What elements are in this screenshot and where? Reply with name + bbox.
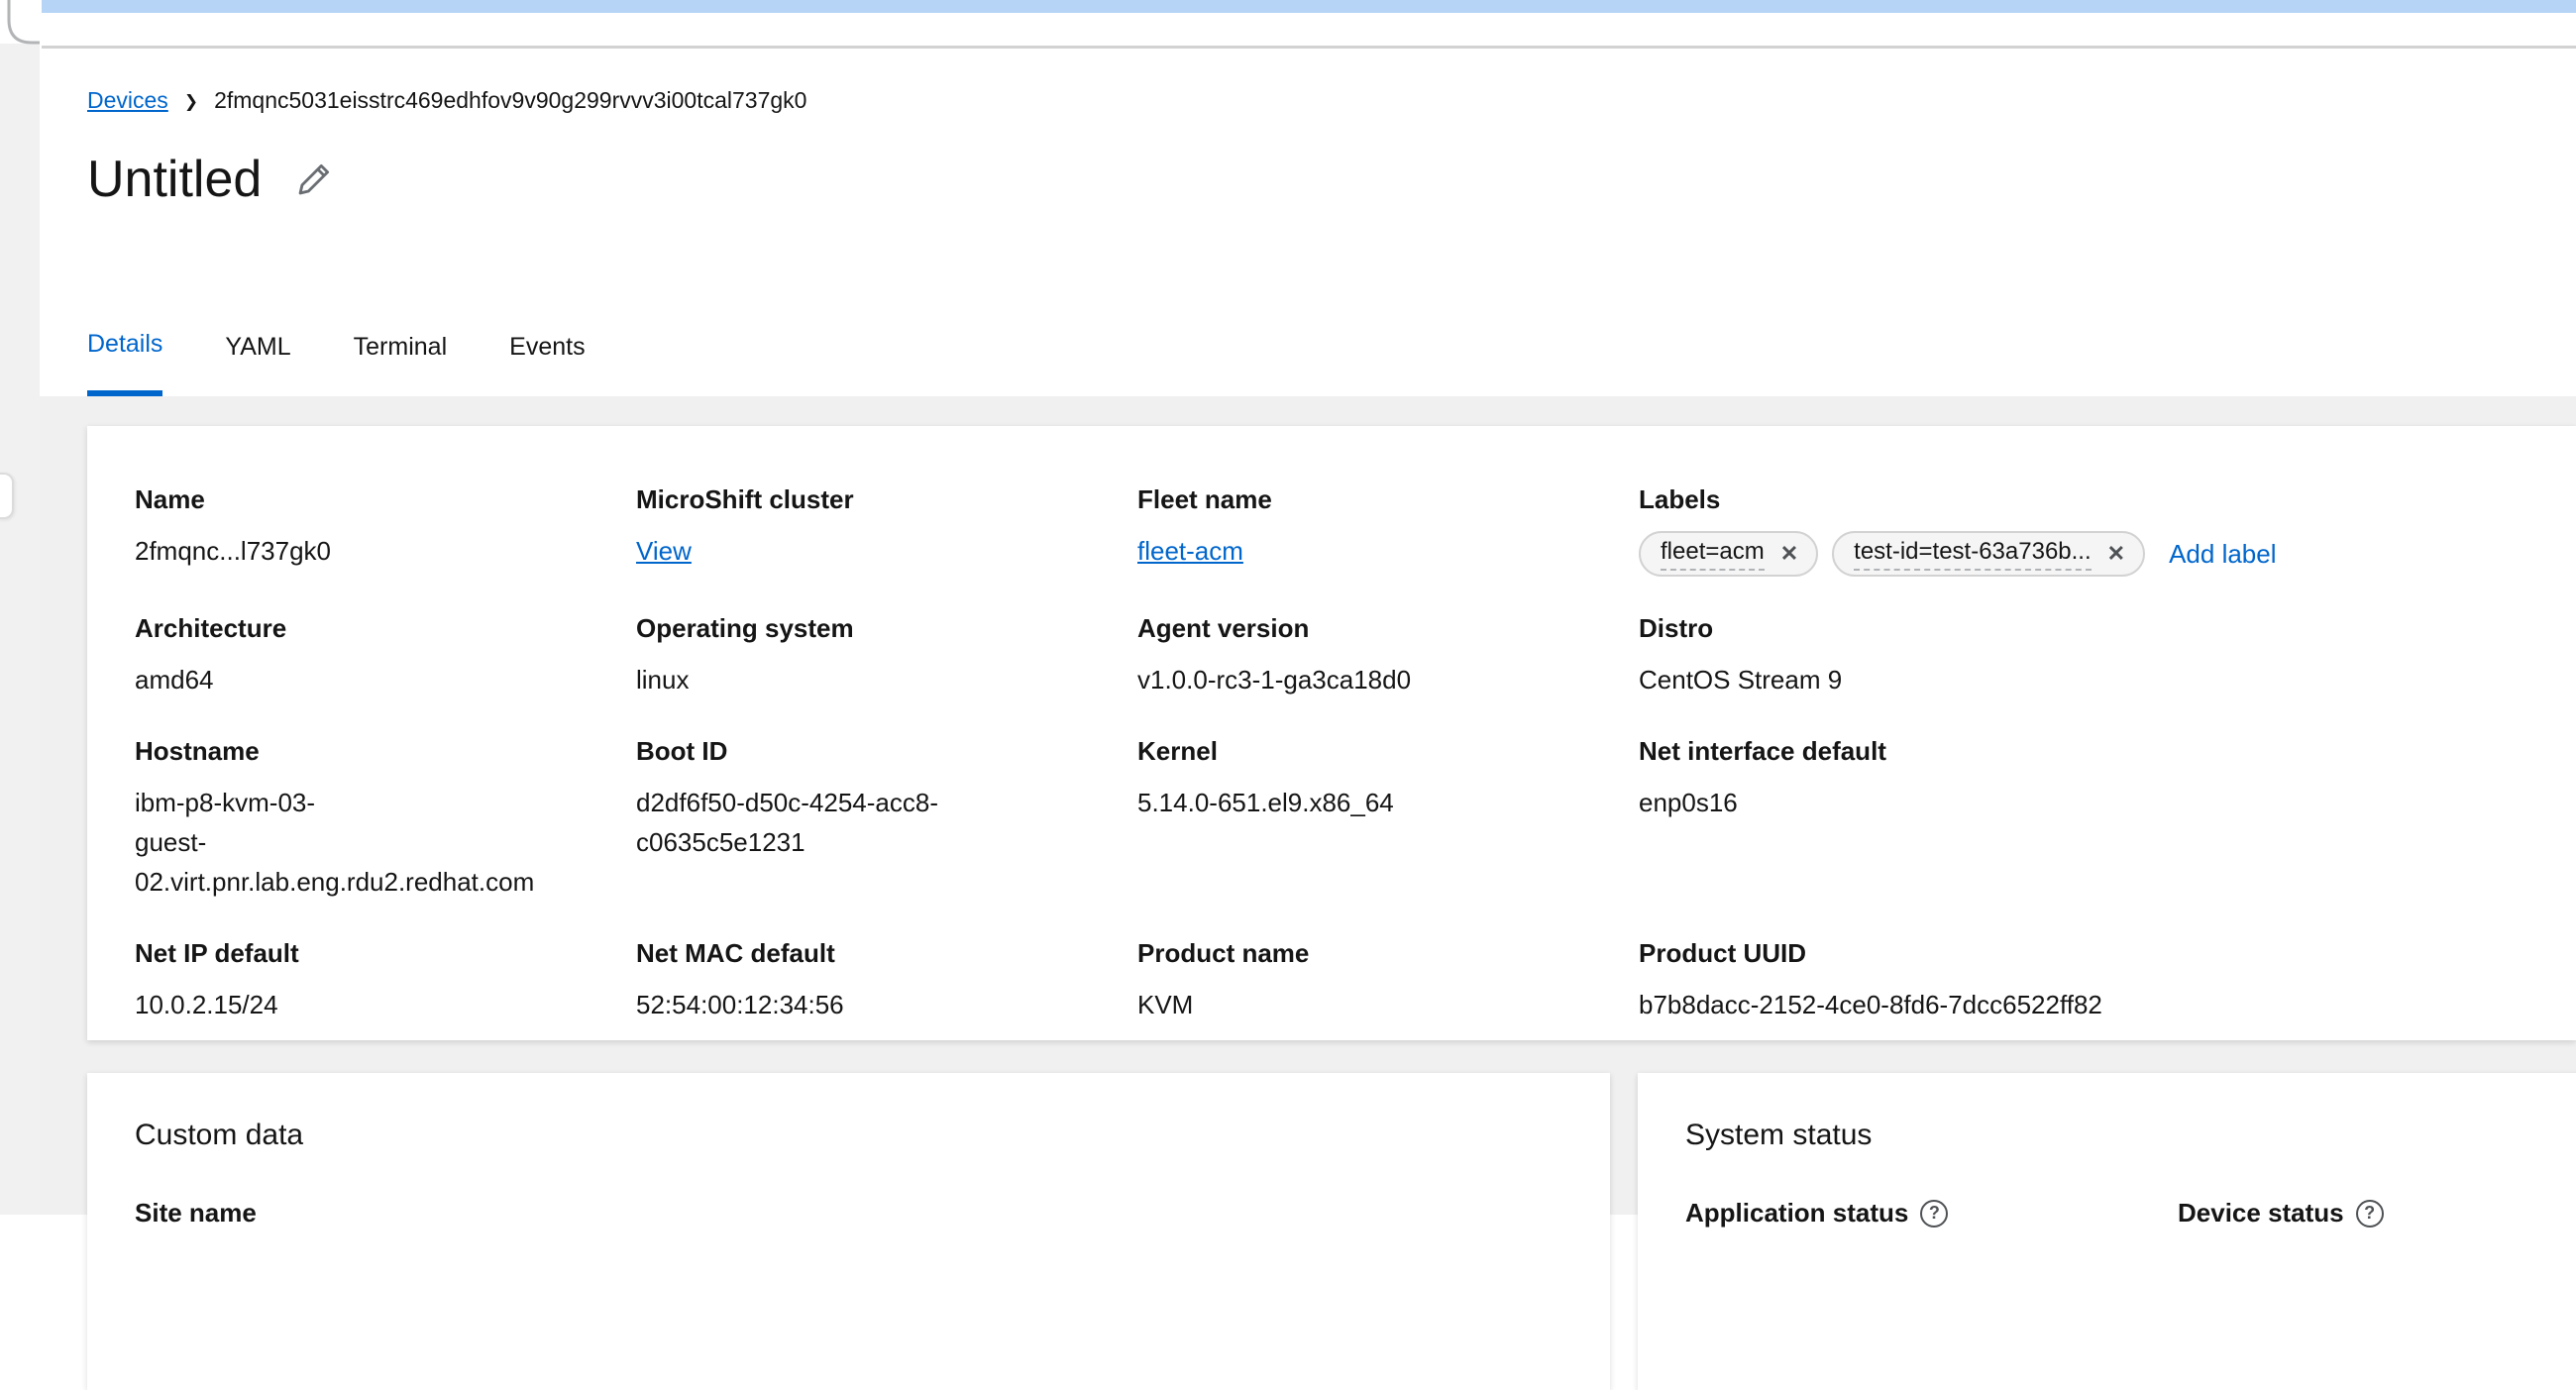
field-hostname: Hostname ibm-p8-kvm-03- guest- 02.virt.p… <box>135 735 636 902</box>
application-status-label: Application status ? <box>1685 1198 2178 1229</box>
field-product-uuid: Product UUID b7b8dacc-2152-4ce0-8fd6-7dc… <box>1639 937 2528 1024</box>
status-columns: Application status ? Device status ? <box>1685 1152 2576 1229</box>
field-value: 2fmqnc...l737gk0 <box>135 531 636 571</box>
fleet-link[interactable]: fleet-acm <box>1137 536 1243 566</box>
custom-data-card: Custom data Site name <box>87 1073 1610 1390</box>
field-label: Fleet name <box>1137 483 1639 516</box>
field-label: Product UUID <box>1639 937 2528 970</box>
field-value: ibm-p8-kvm-03- guest- 02.virt.pnr.lab.en… <box>135 783 636 902</box>
system-status-title: System status <box>1685 1119 2576 1152</box>
page-title: Untitled <box>87 147 262 212</box>
custom-data-title: Custom data <box>135 1119 1562 1152</box>
edit-title-button[interactable] <box>295 160 333 198</box>
question-circle-icon[interactable]: ? <box>2356 1200 2384 1228</box>
site-name-label: Site name <box>135 1198 1562 1229</box>
chevron-right-icon: ❯ <box>184 90 198 112</box>
field-label: Agent version <box>1137 612 1639 645</box>
field-label: Operating system <box>636 612 1137 645</box>
field-value: 10.0.2.15/24 <box>135 985 636 1024</box>
tab-bar: Details YAML Terminal Events <box>87 327 648 396</box>
label-chip-text: test-id=test-63a736b... <box>1854 538 2091 571</box>
title-row: Untitled <box>87 147 333 212</box>
field-value: CentOS Stream 9 <box>1639 660 2528 699</box>
label-chip: test-id=test-63a736b... ✕ <box>1832 531 2145 577</box>
field-labels: Labels fleet=acm ✕ test-id=test-63a736b.… <box>1639 483 2528 577</box>
field-value: KVM <box>1137 985 1639 1024</box>
field-value: d2df6f50-d50c-4254-acc8- c0635c5e1231 <box>636 783 1137 862</box>
field-label: Name <box>135 483 636 516</box>
tab-yaml[interactable]: YAML <box>225 327 290 396</box>
masthead-divider <box>42 46 2576 49</box>
field-label: Net MAC default <box>636 937 1137 970</box>
close-icon[interactable]: ✕ <box>1778 543 1800 565</box>
view-cluster-link[interactable]: View <box>636 536 692 566</box>
label-chip-text: fleet=acm <box>1661 538 1765 571</box>
field-value: enp0s16 <box>1639 783 2528 822</box>
field-label: Device status <box>2178 1198 2344 1229</box>
device-status-label: Device status ? <box>2178 1198 2576 1229</box>
left-window-strip <box>0 0 40 1215</box>
field-label: MicroShift cluster <box>636 483 1137 516</box>
field-value: amd64 <box>135 660 636 699</box>
field-product-name: Product name KVM <box>1137 937 1639 1024</box>
content-section: Name 2fmqnc...l737gk0 MicroShift cluster… <box>40 396 2576 1215</box>
field-label: Boot ID <box>636 735 1137 768</box>
field-value: v1.0.0-rc3-1-ga3ca18d0 <box>1137 660 1639 699</box>
drawer-toggle-tab[interactable] <box>0 473 14 519</box>
field-name: Name 2fmqnc...l737gk0 <box>135 483 636 577</box>
close-icon[interactable]: ✕ <box>2105 543 2127 565</box>
field-kernel: Kernel 5.14.0-651.el9.x86_64 <box>1137 735 1639 902</box>
main-area: Devices ❯ 2fmqnc5031eisstrc469edhfov9v90… <box>40 0 2576 1215</box>
field-microshift-cluster: MicroShift cluster View <box>636 483 1137 577</box>
device-details-card: Name 2fmqnc...l737gk0 MicroShift cluster… <box>87 426 2576 1040</box>
field-operating-system: Operating system linux <box>636 612 1137 699</box>
field-architecture: Architecture amd64 <box>135 612 636 699</box>
field-value: b7b8dacc-2152-4ce0-8fd6-7dcc6522ff82 <box>1639 985 2528 1024</box>
field-label: Net interface default <box>1639 735 2528 768</box>
pencil-icon <box>295 160 333 198</box>
description-list: Name 2fmqnc...l737gk0 MicroShift cluster… <box>87 426 2576 1048</box>
tab-events[interactable]: Events <box>509 327 585 396</box>
field-value: 5.14.0-651.el9.x86_64 <box>1137 783 1639 822</box>
field-label: Distro <box>1639 612 2528 645</box>
breadcrumb-device-id: 2fmqnc5031eisstrc469edhfov9v90g299rvvv3i… <box>214 87 806 114</box>
info-banner <box>42 0 2576 13</box>
question-circle-icon[interactable]: ? <box>1920 1200 1948 1228</box>
window-corner-border <box>0 0 42 50</box>
field-fleet-name: Fleet name fleet-acm <box>1137 483 1639 577</box>
system-status-card: System status Application status ? Devic… <box>1638 1073 2576 1390</box>
labels-group: fleet=acm ✕ test-id=test-63a736b... ✕ Ad… <box>1639 531 2528 577</box>
field-net-interface-default: Net interface default enp0s16 <box>1639 735 2528 902</box>
label-chip: fleet=acm ✕ <box>1639 531 1818 577</box>
field-value: 52:54:00:12:34:56 <box>636 985 1137 1024</box>
field-net-mac-default: Net MAC default 52:54:00:12:34:56 <box>636 937 1137 1024</box>
field-label: Labels <box>1639 483 2528 516</box>
tab-details[interactable]: Details <box>87 327 162 396</box>
breadcrumb-devices-link[interactable]: Devices <box>87 87 168 114</box>
field-value: linux <box>636 660 1137 699</box>
add-label-button[interactable]: Add label <box>2169 539 2276 570</box>
field-label: Product name <box>1137 937 1639 970</box>
field-distro: Distro CentOS Stream 9 <box>1639 612 2528 699</box>
field-label: Net IP default <box>135 937 636 970</box>
field-label: Kernel <box>1137 735 1639 768</box>
field-label: Architecture <box>135 612 636 645</box>
field-label: Application status <box>1685 1198 1908 1229</box>
field-boot-id: Boot ID d2df6f50-d50c-4254-acc8- c0635c5… <box>636 735 1137 902</box>
tab-terminal[interactable]: Terminal <box>354 327 447 396</box>
field-net-ip-default: Net IP default 10.0.2.15/24 <box>135 937 636 1024</box>
breadcrumb: Devices ❯ 2fmqnc5031eisstrc469edhfov9v90… <box>87 87 806 114</box>
field-agent-version: Agent version v1.0.0-rc3-1-ga3ca18d0 <box>1137 612 1639 699</box>
field-label: Hostname <box>135 735 636 768</box>
field-label: Site name <box>135 1198 257 1229</box>
